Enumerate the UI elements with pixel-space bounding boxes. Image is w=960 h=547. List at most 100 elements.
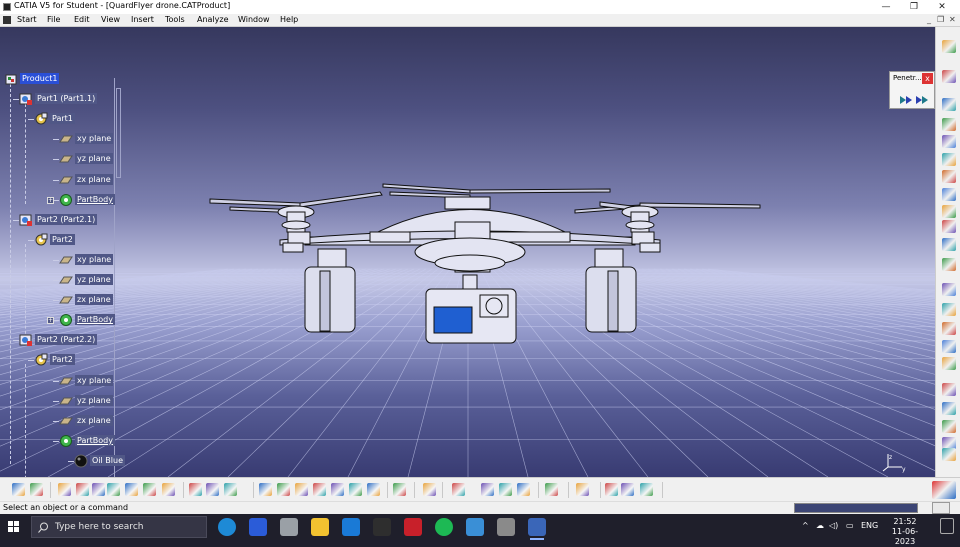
tray-overflow-icon[interactable]: ^ bbox=[802, 521, 809, 530]
taskbar-clock[interactable]: 21:52 11-06-2023 bbox=[883, 517, 927, 547]
language-indicator[interactable]: ENG bbox=[861, 521, 878, 530]
menu-start[interactable]: Start bbox=[17, 15, 37, 24]
bom-icon[interactable] bbox=[942, 205, 956, 218]
normal-view-icon[interactable] bbox=[295, 483, 308, 496]
mdi-minimize-button[interactable]: _ bbox=[927, 15, 931, 24]
command-history-button[interactable] bbox=[932, 502, 950, 514]
redo-icon[interactable] bbox=[30, 483, 43, 496]
menu-insert[interactable]: Insert bbox=[131, 15, 154, 24]
network-icon[interactable]: ☁ bbox=[816, 521, 824, 530]
drone-model[interactable] bbox=[0, 27, 935, 477]
fix-icon[interactable] bbox=[942, 283, 956, 296]
reuse-pattern-icon[interactable] bbox=[942, 402, 956, 415]
unity-icon[interactable] bbox=[280, 518, 298, 536]
knowledge-icon[interactable] bbox=[92, 483, 105, 496]
pan-icon[interactable] bbox=[162, 483, 175, 496]
minimize-button[interactable]: — bbox=[872, 0, 900, 14]
mdi-restore-button[interactable]: ❐ bbox=[937, 15, 944, 24]
manipulation-icon[interactable] bbox=[942, 420, 956, 433]
catalog-icon[interactable] bbox=[125, 483, 138, 496]
product-structure-icon[interactable] bbox=[942, 98, 956, 111]
word-icon[interactable] bbox=[497, 518, 515, 536]
penetration-end-icon[interactable] bbox=[915, 94, 929, 106]
notification-center-icon[interactable] bbox=[940, 518, 954, 534]
mdi-close-button[interactable]: ✕ bbox=[949, 15, 956, 24]
hide-show-icon[interactable] bbox=[349, 483, 362, 496]
grid-icon[interactable] bbox=[640, 483, 653, 496]
volume-icon[interactable]: ◁) bbox=[829, 521, 838, 530]
undo-icon[interactable] bbox=[12, 483, 25, 496]
windows-start-icon[interactable] bbox=[8, 521, 20, 533]
spotify-icon[interactable] bbox=[435, 518, 453, 536]
tree-expand-toggle[interactable]: + bbox=[47, 317, 54, 325]
measure-icon[interactable] bbox=[143, 483, 156, 496]
coincidence-icon[interactable] bbox=[942, 303, 956, 316]
existing-component-icon[interactable] bbox=[942, 135, 956, 148]
clash-icon[interactable] bbox=[942, 448, 956, 461]
rotate-icon[interactable] bbox=[224, 483, 237, 496]
battery-icon[interactable]: ▭ bbox=[846, 521, 854, 530]
menu-tools[interactable]: Tools bbox=[165, 15, 185, 24]
blue-app-icon[interactable] bbox=[466, 518, 484, 536]
menu-view[interactable]: View bbox=[101, 15, 120, 24]
compass-icon[interactable] bbox=[189, 483, 202, 496]
menu-edit[interactable]: Edit bbox=[74, 15, 90, 24]
fit-all-icon[interactable] bbox=[206, 483, 219, 496]
skype-icon[interactable] bbox=[342, 518, 360, 536]
command-input[interactable] bbox=[794, 503, 918, 513]
comment-icon[interactable] bbox=[76, 483, 89, 496]
graph-tree-icon[interactable] bbox=[942, 170, 956, 183]
tree-scroll-thumb[interactable] bbox=[116, 88, 121, 178]
menu-analyze[interactable]: Analyze bbox=[197, 15, 229, 24]
layers-icon[interactable] bbox=[621, 483, 634, 496]
swap-visible-icon[interactable] bbox=[367, 483, 380, 496]
fix-together-icon[interactable] bbox=[942, 383, 956, 396]
restore-button[interactable]: ❐ bbox=[900, 0, 928, 14]
material-icon[interactable] bbox=[545, 483, 558, 496]
menu-file[interactable]: File bbox=[47, 15, 60, 24]
penetration-start-icon[interactable] bbox=[899, 94, 913, 106]
sw-icon[interactable] bbox=[404, 518, 422, 536]
menu-window[interactable]: Window bbox=[238, 15, 270, 24]
distance-icon[interactable] bbox=[517, 483, 530, 496]
close-button[interactable]: ✕ bbox=[928, 0, 956, 14]
iso-view-icon[interactable] bbox=[313, 483, 326, 496]
vscode-icon[interactable] bbox=[249, 518, 267, 536]
sketch-icon[interactable] bbox=[942, 70, 956, 83]
scenes-icon[interactable] bbox=[942, 220, 956, 233]
table-icon[interactable] bbox=[107, 483, 120, 496]
zoom-out-icon[interactable] bbox=[277, 483, 290, 496]
taskbar-search-box[interactable]: Type here to search bbox=[31, 516, 207, 538]
catalog-browser-icon[interactable] bbox=[423, 483, 436, 496]
3d-viewport[interactable]: Product1 Part1 (Part1.1) Part1 xy plane yz p… bbox=[0, 27, 935, 477]
tree-connector bbox=[25, 364, 26, 477]
tree-vertical-scrollbar[interactable] bbox=[114, 78, 122, 477]
tree-expand-toggle[interactable]: + bbox=[47, 196, 54, 204]
angle-icon[interactable] bbox=[942, 357, 956, 370]
part-gear-icon bbox=[34, 353, 48, 367]
inkscape-icon[interactable] bbox=[373, 518, 391, 536]
bounding-icon[interactable] bbox=[481, 483, 494, 496]
penetration-toolbar-close-button[interactable]: x bbox=[922, 73, 933, 84]
sectioning-icon[interactable] bbox=[499, 483, 512, 496]
offset-icon[interactable] bbox=[942, 340, 956, 353]
shading-icon[interactable] bbox=[331, 483, 344, 496]
component-icon[interactable] bbox=[942, 118, 956, 131]
file-explorer-icon[interactable] bbox=[311, 518, 329, 536]
select-arrow-icon[interactable] bbox=[942, 40, 956, 53]
contact-icon[interactable] bbox=[942, 322, 956, 335]
render-icon[interactable] bbox=[576, 483, 589, 496]
specification-tree[interactable]: Product1 Part1 (Part1.1) Part1 xy plane yz p… bbox=[2, 72, 125, 477]
catia-icon[interactable] bbox=[528, 518, 546, 536]
update-icon[interactable] bbox=[452, 483, 465, 496]
snap-icon[interactable] bbox=[942, 238, 956, 251]
edge-icon[interactable] bbox=[218, 518, 236, 536]
replace-icon[interactable] bbox=[942, 153, 956, 166]
zoom-in-icon[interactable] bbox=[259, 483, 272, 496]
analysis-icon[interactable] bbox=[393, 483, 406, 496]
menu-help[interactable]: Help bbox=[280, 15, 298, 24]
generate-numbering-icon[interactable] bbox=[942, 188, 956, 201]
camera-icon[interactable] bbox=[605, 483, 618, 496]
constraint-icon[interactable] bbox=[942, 258, 956, 271]
formula-icon[interactable] bbox=[58, 483, 71, 496]
